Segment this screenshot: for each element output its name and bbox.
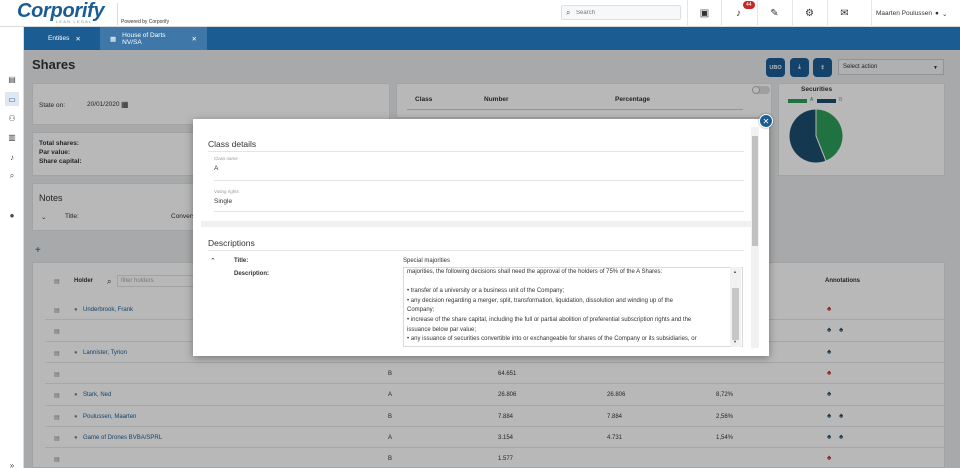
description-line: [407, 278, 733, 288]
edit-icon[interactable]: ✎: [757, 0, 791, 27]
mail-icon[interactable]: ✉: [827, 0, 861, 27]
logo-subtitle: LEAN LEGAL: [56, 19, 93, 24]
class-name-value[interactable]: A: [214, 165, 218, 172]
tab-entities[interactable]: Entities ✕: [38, 27, 91, 50]
class-name-label: Class name: [214, 156, 238, 161]
rule: [214, 180, 744, 181]
global-search[interactable]: ⌕: [561, 5, 681, 20]
tab-house-of-darts[interactable]: ▦ House of Darts NV/SA ✕: [100, 27, 207, 50]
description-line: any options, warrants or other rights to…: [407, 345, 733, 347]
gear-icon[interactable]: ⚙: [792, 0, 826, 27]
rule: [208, 250, 744, 251]
description-text: majorities, the following decisions shal…: [407, 268, 733, 347]
divider: [117, 3, 118, 25]
search-icon: ⌕: [566, 8, 571, 17]
close-icon[interactable]: ✕: [75, 35, 80, 43]
search-input[interactable]: [576, 7, 676, 18]
close-modal-button[interactable]: ✕: [759, 114, 773, 128]
briefcase-icon[interactable]: ▣: [687, 0, 721, 27]
modal-scrollbar-thumb[interactable]: [752, 136, 758, 246]
tab-label: Entities: [48, 35, 70, 42]
rule: [214, 211, 744, 212]
chevron-down-icon: ⌄: [941, 10, 948, 18]
close-icon: ✕: [762, 116, 770, 126]
org-chart-icon[interactable]: ⚇: [5, 111, 19, 125]
close-icon[interactable]: ✕: [192, 35, 197, 43]
description-line: issuance below par value;: [407, 326, 477, 333]
description-line: majorities, the following decisions shal…: [407, 269, 663, 275]
description-line: Company;: [407, 307, 435, 314]
user-name: Maarten Poulussen: [876, 10, 933, 17]
description-line: • any decision regarding a merger, split…: [407, 297, 673, 304]
person-icon[interactable]: ●: [5, 208, 19, 222]
description-line: • increase of the share capital, includi…: [407, 316, 692, 323]
search-icon[interactable]: ⌕: [5, 169, 19, 183]
user-menu[interactable]: Maarten Poulussen ● ⌄: [871, 0, 947, 27]
class-details-card: Class details Class name A Voting rights…: [201, 127, 752, 221]
title-value[interactable]: Special majorities: [403, 258, 450, 264]
description-line: • transfer of a university or a business…: [407, 288, 565, 295]
voting-rights-value[interactable]: Single: [214, 198, 232, 205]
scroll-up-icon[interactable]: ▲: [733, 269, 737, 274]
shares-icon[interactable]: ▭: [5, 92, 19, 106]
descriptions-title: Descriptions: [208, 238, 255, 248]
powered-by: Powered by Corporify: [121, 19, 170, 25]
bell-icon[interactable]: ♪: [5, 150, 19, 164]
title-label: Title:: [234, 258, 249, 264]
description-scrollbar-thumb[interactable]: [732, 288, 739, 340]
class-details-title: Class details: [208, 139, 257, 149]
bell-icon[interactable]: ♪ 44: [721, 0, 755, 27]
chevron-up-icon[interactable]: ⌃: [210, 257, 216, 265]
voting-rights-label: Voting rights: [214, 189, 239, 194]
rule: [208, 151, 744, 152]
description-label: Description:: [234, 271, 270, 277]
description-line: • any issuance of securities convertible…: [407, 336, 697, 343]
notification-badge: 44: [743, 1, 755, 9]
building-icon: ▦: [110, 35, 117, 43]
tab-bar: Entities ✕ ▦ House of Darts NV/SA ✕: [24, 27, 960, 50]
description-textarea[interactable]: majorities, the following decisions shal…: [403, 267, 743, 347]
user-icon: ●: [935, 10, 939, 17]
top-bar: Corporify LEAN LEGAL Powered by Corporif…: [0, 0, 960, 27]
left-sidebar: ▤ ▭ ⚇ ▥ ♪ ⌕ ● »: [0, 27, 24, 468]
expand-icon[interactable]: »: [5, 458, 19, 468]
document-icon[interactable]: ▤: [5, 72, 19, 86]
tab-label: House of Darts NV/SA: [122, 31, 166, 46]
file-icon[interactable]: ▥: [5, 130, 19, 144]
